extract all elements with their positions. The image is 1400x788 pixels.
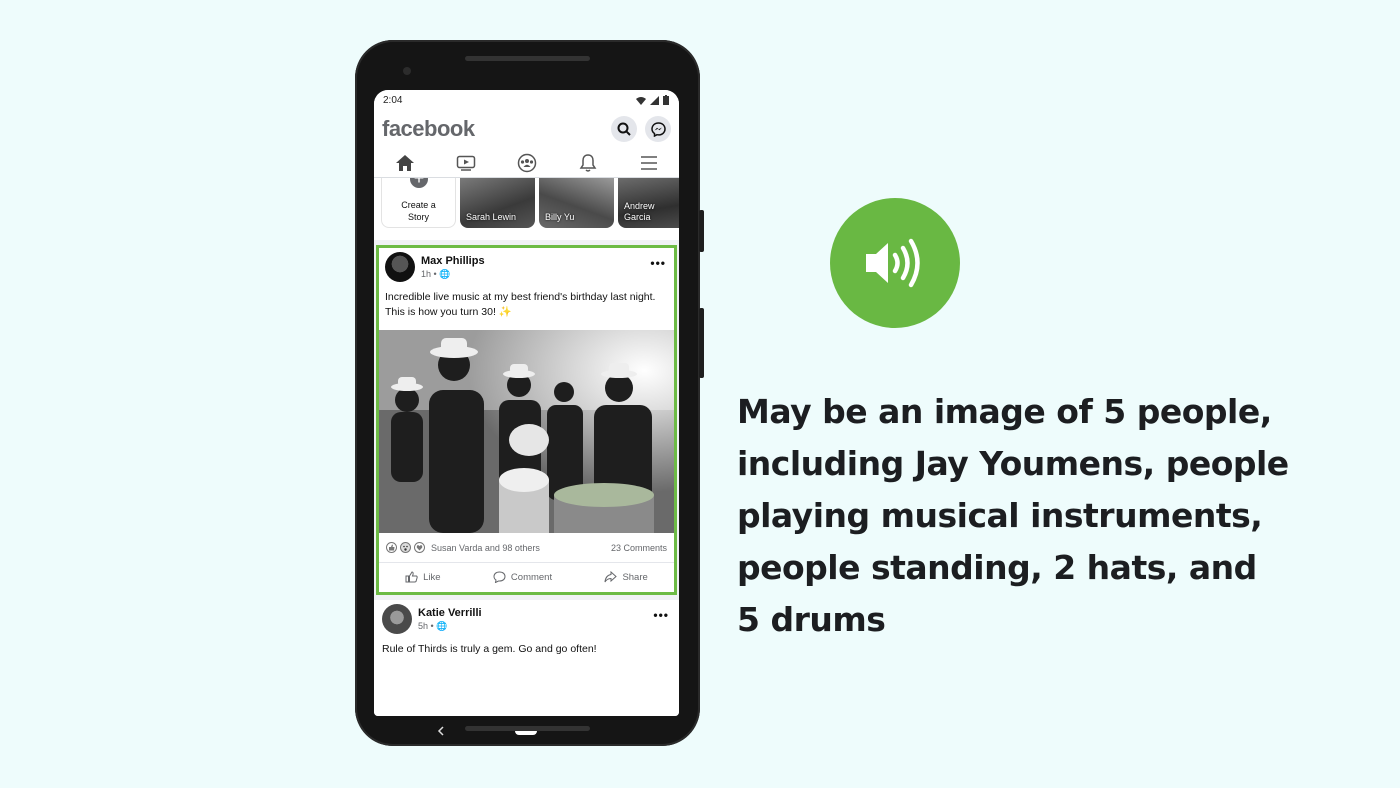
status-time: 2:04: [383, 94, 403, 106]
caption-line: people standing, 2 hats, and: [737, 548, 1257, 587]
volume-button: [699, 210, 704, 252]
messenger-icon: [650, 121, 666, 137]
video-icon: [456, 155, 475, 171]
system-nav-bar: [374, 716, 679, 746]
tab-watch[interactable]: [446, 150, 486, 176]
story-label: Create a Story: [401, 200, 436, 222]
story-card[interactable]: Billy Yu: [539, 178, 614, 228]
like-label: Like: [423, 571, 441, 583]
like-button[interactable]: Like: [405, 571, 441, 583]
post-author[interactable]: Max Phillips: [421, 255, 485, 267]
bottom-speaker: [465, 726, 590, 731]
alt-text-caption: May be an image of 5 people, including J…: [737, 386, 1297, 646]
post-time: 1h: [421, 268, 432, 279]
love-reaction-icon: [414, 542, 425, 553]
post-text: Rule of Thirds is truly a gem. Go and go…: [382, 643, 597, 655]
power-button: [699, 308, 704, 378]
avatar[interactable]: [385, 252, 415, 282]
comment-icon: [493, 571, 506, 583]
home-icon: [395, 154, 414, 171]
app-header: facebook: [374, 110, 679, 148]
post-time: 5h: [418, 620, 429, 631]
messenger-button[interactable]: [645, 116, 671, 142]
search-icon: [617, 122, 631, 136]
story-card[interactable]: Sarah Lewin: [460, 178, 535, 228]
feed-post-highlighted: Max Phillips 1h • 🌐 ••• Incredible live …: [376, 245, 677, 595]
tab-groups[interactable]: [507, 150, 547, 176]
battery-icon: [663, 95, 669, 105]
audio-button[interactable]: [830, 198, 960, 328]
thumbs-up-icon: [405, 571, 418, 583]
caption-line: 5 drums: [737, 600, 886, 639]
signal-icon: [650, 95, 659, 105]
wow-reaction-icon: [400, 542, 411, 553]
share-label: Share: [622, 571, 648, 583]
reactions-count[interactable]: Susan Varda and 98 others: [431, 543, 540, 553]
avatar[interactable]: [382, 604, 412, 634]
back-icon[interactable]: [436, 725, 446, 737]
main-nav: [374, 148, 679, 178]
story-label: Billy Yu: [545, 212, 575, 222]
post-author[interactable]: Katie Verrilli: [418, 607, 482, 619]
globe-icon: 🌐: [439, 268, 451, 279]
caption-line: including Jay Youmens, people: [737, 444, 1289, 483]
post-actions: Like Comment Share: [379, 563, 674, 591]
facebook-logo[interactable]: facebook: [382, 116, 475, 142]
plus-icon: +: [408, 178, 430, 190]
post-header: Katie Verrilli 5h • 🌐 •••: [374, 600, 679, 638]
stories-tray: + Create a Story Sarah Lewin Billy Yu An…: [374, 178, 679, 240]
tab-menu[interactable]: [629, 150, 669, 176]
status-bar: 2:04: [374, 90, 679, 110]
tab-notifications[interactable]: [568, 150, 608, 176]
more-options-icon[interactable]: •••: [653, 608, 669, 622]
share-button[interactable]: Share: [604, 571, 648, 583]
post-header: Max Phillips 1h • 🌐 •••: [379, 248, 674, 286]
story-label: Andrew Garcia: [624, 201, 655, 222]
tab-home[interactable]: [385, 150, 425, 176]
front-camera: [403, 67, 411, 75]
phone-frame: 2:04 facebook + Create a Story Sarah Lew…: [355, 40, 704, 746]
comment-label: Comment: [510, 571, 553, 583]
caption-line: playing musical instruments,: [737, 496, 1263, 535]
reactions-bar: Susan Varda and 98 others 23 Comments: [379, 533, 674, 563]
photo-people-drums-image: [379, 330, 674, 533]
post-photo[interactable]: [379, 330, 674, 533]
feed-post: Katie Verrilli 5h • 🌐 ••• Rule of Thirds…: [374, 600, 679, 716]
groups-icon: [517, 153, 536, 172]
comments-count[interactable]: 23 Comments: [611, 543, 667, 553]
search-button[interactable]: [611, 116, 637, 142]
share-icon: [604, 571, 618, 583]
create-story-card[interactable]: + Create a Story: [381, 178, 456, 228]
speaker-volume-icon: [866, 238, 920, 288]
more-options-icon[interactable]: •••: [650, 256, 666, 270]
caption-line: May be an image of 5 people,: [737, 392, 1272, 431]
post-meta: 5h • 🌐: [418, 620, 448, 631]
hamburger-menu-icon: [640, 155, 657, 170]
story-label: Sarah Lewin: [466, 212, 517, 222]
story-card[interactable]: Andrew Garcia: [618, 178, 679, 228]
earpiece: [465, 56, 590, 61]
comment-button[interactable]: Comment: [493, 571, 552, 583]
post-meta: 1h • 🌐: [421, 268, 451, 279]
phone-screen: 2:04 facebook + Create a Story Sarah Lew…: [374, 90, 679, 716]
post-text: Incredible live music at my best friend'…: [385, 291, 656, 318]
globe-icon: 🌐: [436, 620, 448, 631]
bell-icon: [579, 153, 596, 172]
wifi-icon: [636, 96, 646, 105]
like-reaction-icon: [386, 542, 397, 553]
